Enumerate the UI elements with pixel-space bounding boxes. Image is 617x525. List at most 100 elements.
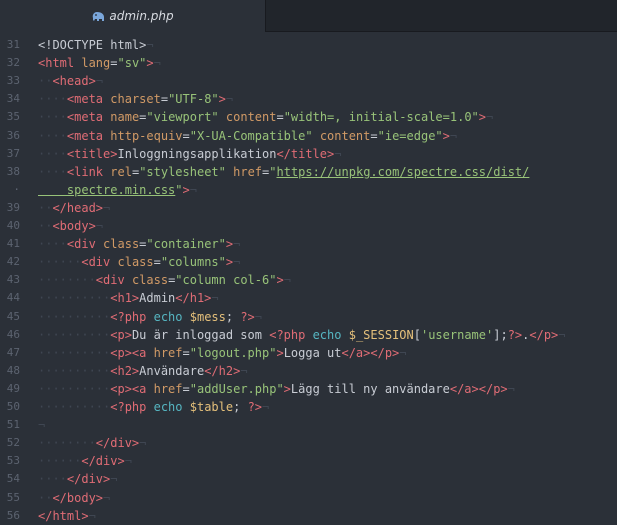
code-line[interactable]: ····<meta http-equiv="X-UA-Compatible" c…	[38, 127, 457, 145]
code-token: "ie=edge"	[377, 129, 443, 143]
code-token: ··········	[38, 346, 111, 360]
code-token: ··········	[38, 400, 111, 414]
code-line[interactable]: <!DOCTYPE html>¬	[38, 36, 154, 54]
code-token: ··········	[38, 382, 111, 396]
code-line[interactable]: ····<meta name="viewport" content="width…	[38, 108, 493, 126]
code-token: $mess	[189, 310, 226, 324]
code-token: >	[218, 92, 226, 106]
code-token: [	[413, 328, 421, 342]
code-token: ··	[38, 201, 53, 215]
line-number: 32	[6, 56, 20, 69]
line-number: 39	[6, 201, 20, 214]
code-token: ····	[38, 165, 67, 179]
code-token: ¬	[240, 364, 248, 378]
line-number: 44	[6, 291, 20, 304]
code-token: <p><a	[110, 346, 147, 360]
code-token: =	[182, 382, 190, 396]
code-line[interactable]: ··</body>¬	[38, 489, 110, 507]
code-token: ¬	[38, 418, 46, 432]
code-line[interactable]: ········</div>¬	[38, 434, 146, 452]
code-line[interactable]: spectre.min.css">¬	[38, 181, 197, 199]
code-line[interactable]: ········<div class="column col-6">¬	[38, 271, 291, 289]
code-line[interactable]: ¬	[38, 416, 45, 434]
code-token: 'username'	[420, 328, 494, 342]
code-line[interactable]: ··········<p><a href="logout.php">Logga …	[38, 344, 407, 362]
code-line[interactable]: ··········<h2>Användare</h2>¬	[38, 362, 248, 380]
line-number: 42	[6, 255, 20, 268]
code-token: <?php	[269, 328, 306, 342]
code-token: ¬	[334, 147, 342, 161]
code-token: =	[110, 56, 118, 70]
code-token: <title>	[66, 147, 118, 161]
code-token: ¬	[486, 110, 494, 124]
code-token: >	[283, 382, 291, 396]
code-token: <html	[38, 56, 75, 70]
code-token: <p><a	[110, 382, 147, 396]
code-token: =	[182, 346, 190, 360]
code-token: href	[233, 165, 263, 179]
code-token: ········	[38, 273, 96, 287]
code-token: </h1>	[175, 291, 212, 305]
code-line[interactable]: ··········<p>Du är inloggad som <?php ec…	[38, 326, 566, 344]
line-number: 34	[6, 92, 20, 105]
code-line[interactable]: <html lang="sv">¬	[38, 54, 161, 72]
code-line[interactable]: ··<body>¬	[38, 217, 103, 235]
code-line[interactable]: ······<div class="columns">¬	[38, 253, 240, 271]
code-token: Du är inloggad som	[131, 328, 270, 342]
code-line[interactable]: ··········<?php echo $mess; ?>¬	[38, 308, 262, 326]
code-token: ····	[38, 472, 67, 486]
code-token: </html>	[38, 509, 89, 523]
code-token: ¬	[211, 291, 219, 305]
line-number: 47	[6, 346, 20, 359]
code-token: "viewport"	[146, 110, 219, 124]
code-token: </div>	[81, 454, 125, 468]
code-token: <head>	[52, 74, 96, 88]
code-token: $table	[189, 400, 234, 414]
code-token: ];	[493, 328, 508, 342]
code-token: </body>	[52, 491, 104, 505]
code-line[interactable]: ······</div>¬	[38, 452, 132, 470]
line-number: ·	[13, 183, 20, 196]
code-line[interactable]: </html>¬	[38, 507, 96, 525]
code-token: ····	[38, 237, 67, 251]
code-editor[interactable]: 31 <!DOCTYPE html>¬ 32 <html lang="sv">¬ 33 ·…	[0, 36, 617, 524]
code-token: class	[117, 255, 154, 269]
code-token: <!DOCTYPE html>	[38, 38, 147, 52]
line-number: 41	[6, 237, 20, 250]
code-line[interactable]: ··</head>¬	[38, 199, 110, 217]
line-number: 37	[6, 147, 20, 160]
code-token: ;	[233, 400, 248, 414]
code-token: ····	[38, 92, 67, 106]
code-line[interactable]: ····<div class="container">¬	[38, 235, 240, 253]
tab-admin-php[interactable]: admin.php	[0, 0, 266, 32]
code-line[interactable]: ··········<?php echo $table; ?>¬	[38, 398, 269, 416]
code-token: <?php	[110, 400, 147, 414]
code-token: ··········	[38, 364, 111, 378]
code-token: http-equiv	[110, 129, 183, 143]
code-token: ¬	[103, 491, 111, 505]
code-line[interactable]: ····<link rel="stylesheet" href="https:/…	[38, 163, 529, 181]
code-token: class	[131, 273, 169, 287]
code-token: </p>	[529, 328, 559, 342]
code-line[interactable]: ··<head>¬	[38, 72, 103, 90]
line-number: 50	[6, 400, 20, 413]
code-token: </a></p>	[341, 346, 400, 360]
code-line[interactable]: ····<title>Inloggningsapplikation</title…	[38, 145, 341, 163]
code-token: ¬	[103, 201, 111, 215]
code-token: Användare	[139, 364, 205, 378]
code-token: "sv"	[117, 56, 147, 70]
code-token: <body>	[52, 219, 96, 233]
code-token: ¬	[124, 454, 132, 468]
code-line[interactable]: ····<meta charset="UTF-8">¬	[38, 90, 233, 108]
code-token: rel	[110, 165, 132, 179]
code-token: ······	[38, 255, 82, 269]
code-line[interactable]: ··········<h1>Admin</h1>¬	[38, 289, 219, 307]
code-line[interactable]: ··········<p><a href="addUser.php">Lägg …	[38, 380, 515, 398]
line-number: 51	[6, 418, 20, 431]
code-token: ··········	[38, 310, 111, 324]
code-line[interactable]: ····</div>¬	[38, 470, 118, 488]
